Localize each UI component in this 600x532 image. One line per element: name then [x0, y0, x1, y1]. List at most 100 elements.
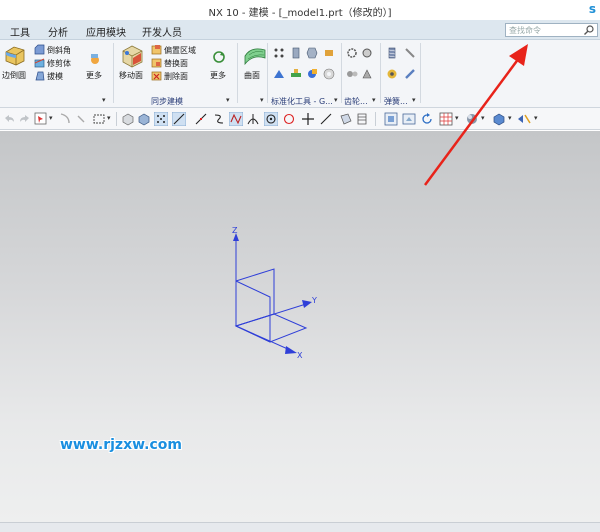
dropdown-arrow-icon[interactable]: ▾: [534, 114, 538, 122]
spring-tool-icon[interactable]: [404, 47, 416, 59]
part-icon[interactable]: [121, 112, 135, 126]
graphics-viewport[interactable]: Z Y X: [0, 131, 600, 522]
arrow-select-icon[interactable]: [58, 112, 72, 126]
ribbon: 边倒圆 倒斜角 修剪体 拔模 更多 ▾ 移动面 偏置区域 替换面 删除面 更多 …: [0, 40, 600, 108]
menu-developer[interactable]: 开发人员: [142, 24, 182, 39]
axis-label-y: Y: [311, 296, 317, 305]
bolt-icon[interactable]: [290, 47, 302, 59]
ribbon-separator: [380, 43, 381, 103]
corner-logo: s: [588, 2, 596, 16]
dropdown-arrow-icon[interactable]: ▾: [455, 114, 459, 122]
spur-gear-icon[interactable]: [346, 47, 358, 59]
group-spring: 弹簧...: [384, 97, 408, 106]
draft-label[interactable]: 拔模: [47, 71, 63, 82]
menu-applications[interactable]: 应用模块: [86, 24, 126, 39]
dropdown-arrow-icon[interactable]: ▾: [412, 96, 416, 104]
snap-bounded-grid-icon[interactable]: [355, 112, 369, 126]
snap-on-curve-icon[interactable]: [319, 112, 333, 126]
orient-view-icon[interactable]: [439, 112, 453, 126]
edge-blend-label[interactable]: 边倒圆: [2, 70, 26, 81]
snap-center-icon[interactable]: [264, 112, 278, 126]
status-bar: [0, 522, 600, 532]
compression-spring-icon[interactable]: [386, 47, 398, 59]
feature-more-icon[interactable]: [88, 52, 102, 66]
axis-label-x: X: [297, 351, 303, 360]
replace-face-icon[interactable]: [151, 57, 162, 68]
snap-curve-icon[interactable]: [212, 112, 226, 126]
dropdown-arrow-icon[interactable]: ▾: [334, 96, 338, 104]
dropdown-arrow-icon[interactable]: ▾: [226, 96, 230, 104]
selection-toolbar: ▾ ▾ ▾ ▾ ▾ ▾: [0, 108, 600, 130]
watermark: www.rjzxw.com: [60, 437, 182, 453]
snap-existing-point-icon[interactable]: [301, 112, 315, 126]
offset-region-label[interactable]: 偏置区域: [164, 45, 196, 56]
solid-body-icon[interactable]: [137, 112, 151, 126]
select-filter-icon[interactable]: [34, 112, 48, 126]
menu-tools[interactable]: 工具: [10, 24, 30, 39]
bracket-icon[interactable]: [290, 68, 302, 80]
group-standard-tools: 标准化工具 - G...: [271, 97, 333, 106]
box-select-icon[interactable]: [92, 112, 106, 126]
group-sync-modeling: 同步建模: [151, 97, 183, 106]
snap-quadrant-icon[interactable]: [282, 112, 296, 126]
trim-body-label[interactable]: 修剪体: [47, 58, 71, 69]
datum-csys[interactable]: Z Y X: [0, 131, 600, 522]
dropdown-arrow-icon[interactable]: ▾: [260, 96, 264, 104]
surface-icon[interactable]: [243, 44, 267, 66]
snap-intersection-icon[interactable]: [246, 112, 260, 126]
snap-on-face-icon[interactable]: [339, 112, 353, 126]
sync-more-icon[interactable]: [212, 50, 226, 64]
group-gear: 齿轮...: [344, 97, 368, 106]
move-face-label[interactable]: 移动面: [119, 70, 143, 81]
washer-icon[interactable]: [323, 68, 335, 80]
snap-grid-icon[interactable]: [154, 112, 168, 126]
redo-icon[interactable]: [18, 112, 32, 126]
shaded-view-icon[interactable]: [492, 112, 506, 126]
command-search[interactable]: 查找命令: [505, 23, 598, 37]
gear-mesh-icon[interactable]: [346, 68, 358, 80]
extension-spring-icon[interactable]: [404, 68, 416, 80]
dropdown-arrow-icon[interactable]: ▾: [508, 114, 512, 122]
fit-view-icon[interactable]: [384, 112, 398, 126]
more-label-1[interactable]: 更多: [86, 70, 102, 81]
undo-icon[interactable]: [2, 112, 16, 126]
snap-endpoint-icon[interactable]: [172, 112, 186, 126]
spring-pin-icon[interactable]: [306, 68, 318, 80]
draft-icon[interactable]: [34, 70, 45, 81]
pin-icon[interactable]: [323, 47, 335, 59]
rotate-view-icon[interactable]: [420, 112, 434, 126]
chamfer-icon[interactable]: [34, 44, 45, 55]
point-grid-icon[interactable]: [273, 47, 285, 59]
dropdown-arrow-icon[interactable]: ▾: [107, 114, 111, 122]
delete-face-label[interactable]: 删除面: [164, 71, 188, 82]
render-style-icon[interactable]: [465, 112, 479, 126]
dropdown-arrow-icon[interactable]: ▾: [102, 96, 106, 104]
dropdown-arrow-icon[interactable]: ▾: [372, 96, 376, 104]
offset-region-icon[interactable]: [151, 44, 162, 55]
delete-face-icon[interactable]: [151, 70, 162, 81]
helical-gear-icon[interactable]: [361, 47, 373, 59]
menu-analysis[interactable]: 分析: [48, 24, 68, 39]
pipe-icon[interactable]: [273, 68, 285, 80]
edge-blend-icon[interactable]: [4, 44, 26, 66]
visibility-icon[interactable]: [517, 112, 531, 126]
more-label-2[interactable]: 更多: [210, 70, 226, 81]
snap-control-point-icon[interactable]: [229, 112, 243, 126]
bevel-gear-icon[interactable]: [361, 68, 373, 80]
toolbar-separator: [116, 112, 117, 126]
move-face-icon[interactable]: [119, 43, 145, 69]
dropdown-arrow-icon[interactable]: ▾: [49, 114, 53, 122]
snap-midpoint-icon[interactable]: [194, 112, 208, 126]
dropdown-arrow-icon[interactable]: ▾: [481, 114, 485, 122]
replace-face-label[interactable]: 替换面: [164, 58, 188, 69]
zoom-icon[interactable]: [402, 112, 416, 126]
disc-spring-icon[interactable]: [386, 68, 398, 80]
search-placeholder: 查找命令: [509, 26, 541, 35]
trim-body-icon[interactable]: [34, 57, 45, 68]
ribbon-separator: [113, 43, 114, 103]
nut-icon[interactable]: [306, 47, 318, 59]
search-icon[interactable]: [583, 24, 595, 36]
chamfer-label[interactable]: 倒斜角: [47, 45, 71, 56]
lasso-icon[interactable]: [74, 112, 88, 126]
surface-label[interactable]: 曲面: [244, 70, 260, 81]
